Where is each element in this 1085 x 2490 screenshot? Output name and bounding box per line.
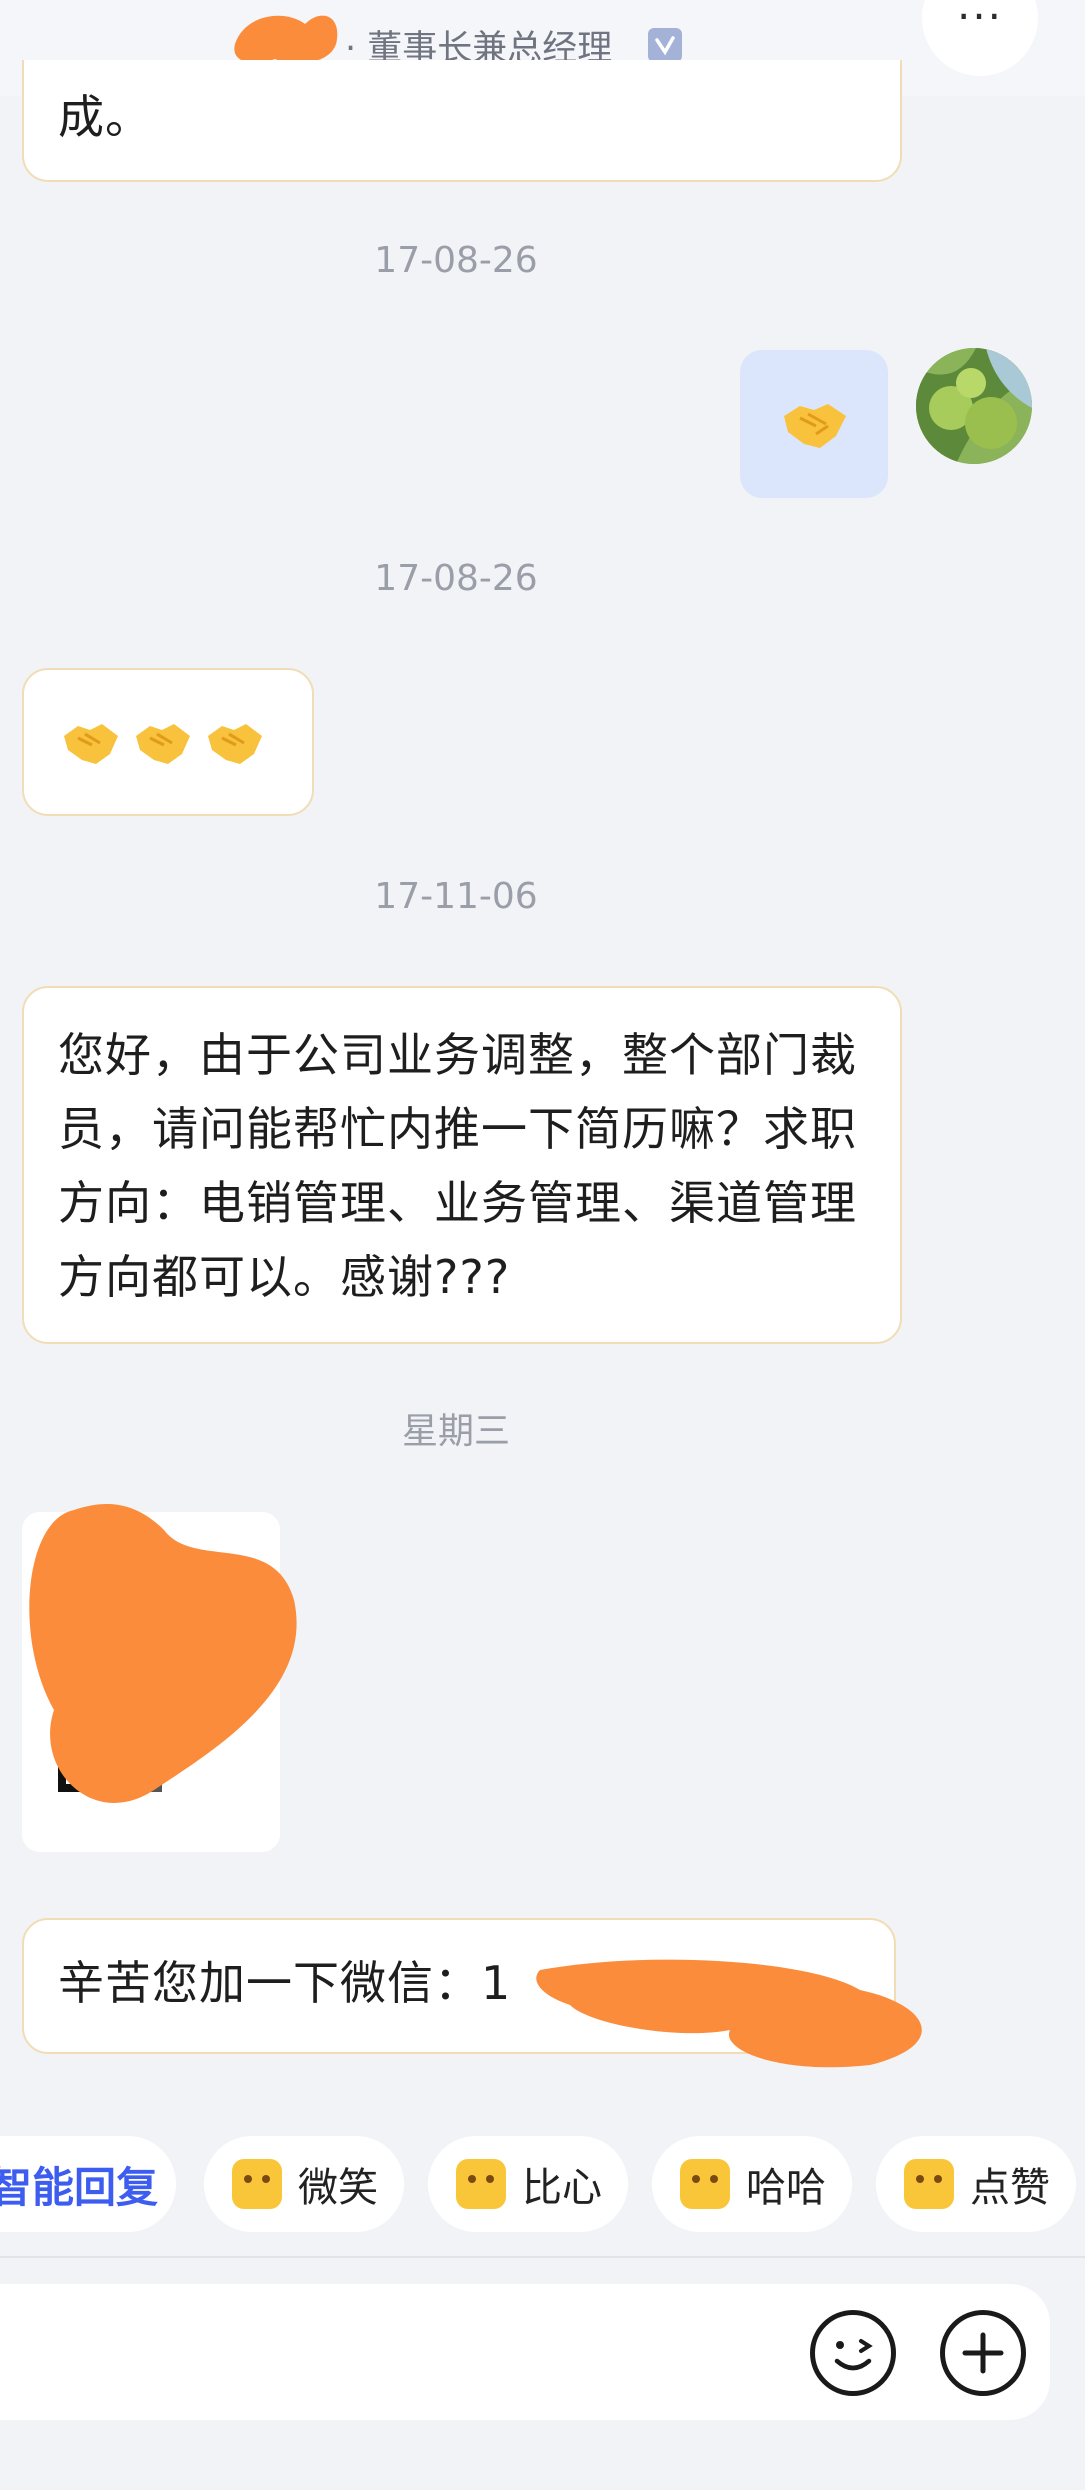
received-message-bubble: [22, 668, 314, 816]
quick-reply-label: 点赞: [970, 2165, 1050, 2211]
thumbs-up-emoji-icon: [904, 2159, 954, 2209]
handshake-emoji-icons: [64, 724, 262, 764]
wechat-text: 辛苦您加一下微信：1: [58, 1956, 512, 2010]
smart-reply-button[interactable]: 智能回复: [0, 2136, 176, 2232]
quick-reply-label: 哈哈: [746, 2165, 826, 2211]
timestamp: 17-11-06: [374, 876, 538, 917]
message-text: 成。: [58, 90, 152, 144]
add-button[interactable]: [940, 2310, 1026, 2396]
handshake-emoji-icon: [784, 404, 846, 448]
quick-reply-heart[interactable]: 比心: [428, 2136, 628, 2232]
my-avatar[interactable]: [916, 348, 1032, 464]
quick-reply-label: 比心: [522, 2165, 602, 2211]
timestamp: 17-08-26: [374, 240, 538, 281]
received-message-bubble: 您好，由于公司业务调整，整个部门裁员，请问能帮忙内推一下简历嘛？求职方向：电销管…: [22, 986, 902, 1344]
divider: [0, 2256, 1085, 2258]
timestamp: 17-08-26: [374, 558, 538, 599]
quick-reply-label: 微笑: [298, 2165, 378, 2211]
quick-reply-smile[interactable]: 微笑: [204, 2136, 404, 2232]
redaction-scribble: [536, 1959, 922, 2068]
emoji-button[interactable]: [810, 2310, 896, 2396]
quick-reply-haha[interactable]: 哈哈: [652, 2136, 852, 2232]
plus-icon: [962, 2332, 1004, 2374]
message-bubble-partial: 成。: [22, 60, 902, 182]
sent-message-bubble: [740, 350, 888, 498]
smile-emoji-icon: [232, 2159, 282, 2209]
timestamp: 星期三: [401, 1411, 510, 1452]
quick-reply-like[interactable]: 点赞: [876, 2136, 1076, 2232]
more-icon: ···: [956, 0, 1004, 41]
heart-emoji-icon: [456, 2159, 506, 2209]
message-text: 您好，由于公司业务调整，整个部门裁员，请问能帮忙内推一下简历嘛？求职方向：电销管…: [58, 1028, 857, 1304]
more-options-button[interactable]: ···: [922, 0, 1038, 76]
wink-face-icon: [834, 2339, 873, 2371]
redaction-scribble: [29, 1504, 297, 1803]
verified-icon: [648, 28, 682, 62]
laugh-emoji-icon: [680, 2159, 730, 2209]
